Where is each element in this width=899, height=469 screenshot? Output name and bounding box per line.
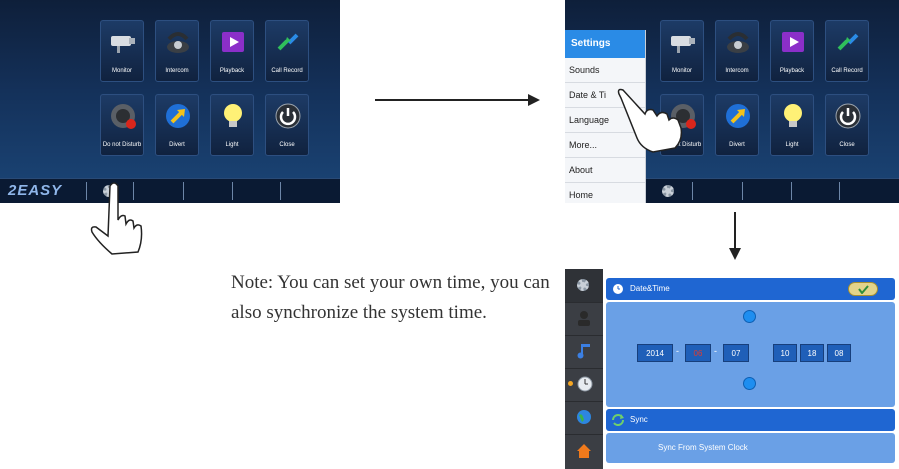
- arrow-head-down: [729, 248, 741, 260]
- camera-icon: [671, 36, 695, 53]
- year-field[interactable]: 2014: [637, 344, 673, 362]
- pointing-hand-icon: [617, 88, 683, 153]
- tile-label: Playback: [779, 68, 805, 74]
- gear-icon: [577, 279, 589, 291]
- settings-menu-header: Settings: [565, 30, 645, 58]
- globe-icon: [577, 410, 591, 424]
- close-tile[interactable]: Close: [825, 94, 869, 156]
- date-separator: -: [676, 346, 679, 356]
- tile-label: Close: [839, 142, 855, 148]
- sync-button-label: Sync From System Clock: [658, 443, 748, 452]
- bottom-bar: 2EASY: [0, 178, 340, 203]
- sidebar-item-home[interactable]: [565, 434, 603, 467]
- increment-down-icon[interactable]: [743, 377, 756, 390]
- sync-header: Sync: [606, 409, 895, 431]
- call-record-tile[interactable]: Call Record: [825, 20, 869, 82]
- settings-sidebar: [565, 269, 603, 469]
- divert-tile[interactable]: Divert: [715, 94, 759, 156]
- sidebar-item-music[interactable]: [565, 335, 603, 369]
- playback-tile[interactable]: Playback: [210, 20, 254, 82]
- increment-up-icon[interactable]: [743, 310, 756, 323]
- sidebar-item-globe[interactable]: [565, 401, 603, 435]
- arrow-down: [734, 212, 736, 250]
- speaker-mute-icon: [111, 104, 136, 129]
- menu-item-about[interactable]: About: [565, 158, 645, 183]
- brand-logo: 2EASY: [8, 182, 63, 199]
- light-tile[interactable]: Light: [770, 94, 814, 156]
- tile-label: Do not Disturb: [102, 142, 142, 148]
- refresh-icon: [612, 414, 624, 426]
- selected-indicator: [568, 381, 573, 386]
- tile-label: Monitor: [111, 68, 132, 74]
- tile-label: Divert: [169, 142, 185, 148]
- power-icon: [835, 103, 861, 129]
- checkmark-icon: [858, 285, 869, 294]
- divert-icon: [166, 104, 190, 128]
- play-icon: [782, 32, 804, 52]
- sidebar-item-settings[interactable]: [565, 269, 603, 303]
- minute-field[interactable]: 18: [800, 344, 824, 362]
- confirm-button[interactable]: [848, 282, 878, 296]
- tile-label: Playback: [219, 68, 245, 74]
- bulb-icon: [784, 104, 802, 127]
- intercom-tile[interactable]: Intercom: [155, 20, 199, 82]
- arrow-right: [375, 99, 531, 101]
- bulb-icon: [224, 104, 242, 127]
- menu-item-sounds[interactable]: Sounds: [565, 58, 645, 83]
- second-field[interactable]: 08: [827, 344, 851, 362]
- sidebar-item-clock[interactable]: [565, 368, 603, 402]
- date-separator: -: [714, 346, 717, 356]
- home-screen: Monitor Intercom Playback Call Record Do…: [0, 0, 340, 203]
- home-icon: [577, 444, 591, 458]
- settings-gear-icon[interactable]: [662, 185, 674, 197]
- month-field[interactable]: 06: [685, 344, 711, 362]
- tile-label: Call Record: [831, 68, 863, 74]
- sync-title: Sync: [630, 415, 648, 424]
- playback-tile[interactable]: Playback: [770, 20, 814, 82]
- arrow-head-right: [528, 94, 540, 106]
- camera-icon: [111, 36, 135, 53]
- call-record-tile[interactable]: Call Record: [265, 20, 309, 82]
- clock-icon: [613, 284, 623, 294]
- music-note-icon: [577, 344, 590, 359]
- date-time-title: Date&Time: [630, 284, 670, 293]
- monitor-tile[interactable]: Monitor: [100, 20, 144, 82]
- call-record-icon: [837, 33, 859, 51]
- sidebar-item-user[interactable]: [565, 302, 603, 336]
- tile-label: Divert: [729, 142, 745, 148]
- tile-label: Light: [785, 142, 799, 148]
- phone-icon: [727, 32, 749, 53]
- play-icon: [222, 32, 244, 52]
- note-text: Note: You can set your own time, you can…: [231, 272, 550, 323]
- date-time-panel: 2014 - 06 - 07 10 18 08: [606, 302, 895, 407]
- sync-from-system-clock-button[interactable]: Sync From System Clock: [606, 433, 895, 463]
- monitor-tile[interactable]: Monitor: [660, 20, 704, 82]
- settings-menu-screen: Monitor Intercom Playback Call Record Do…: [565, 0, 899, 203]
- tile-label: Monitor: [671, 68, 692, 74]
- close-tile[interactable]: Close: [265, 94, 309, 156]
- date-time-header: Date&Time: [606, 278, 895, 300]
- intercom-tile[interactable]: Intercom: [715, 20, 759, 82]
- tile-label: Intercom: [725, 68, 749, 74]
- day-field[interactable]: 07: [723, 344, 749, 362]
- do-not-disturb-tile[interactable]: Do not Disturb: [100, 94, 144, 156]
- phone-icon: [167, 32, 189, 53]
- menu-item-home[interactable]: Home: [565, 183, 645, 203]
- pointing-hand-icon: [90, 182, 143, 255]
- clock-icon: [577, 376, 593, 392]
- user-icon: [578, 311, 590, 326]
- divert-icon: [726, 104, 750, 128]
- power-icon: [275, 103, 301, 129]
- hour-field[interactable]: 10: [773, 344, 797, 362]
- tile-label: Light: [225, 142, 239, 148]
- date-time-screen: Date&Time 2014 - 06 - 07 10 18 08 Sync S…: [565, 269, 899, 469]
- light-tile[interactable]: Light: [210, 94, 254, 156]
- divert-tile[interactable]: Divert: [155, 94, 199, 156]
- call-record-icon: [277, 33, 299, 51]
- tile-label: Call Record: [271, 68, 303, 74]
- tile-label: Close: [279, 142, 295, 148]
- tile-label: Intercom: [165, 68, 189, 74]
